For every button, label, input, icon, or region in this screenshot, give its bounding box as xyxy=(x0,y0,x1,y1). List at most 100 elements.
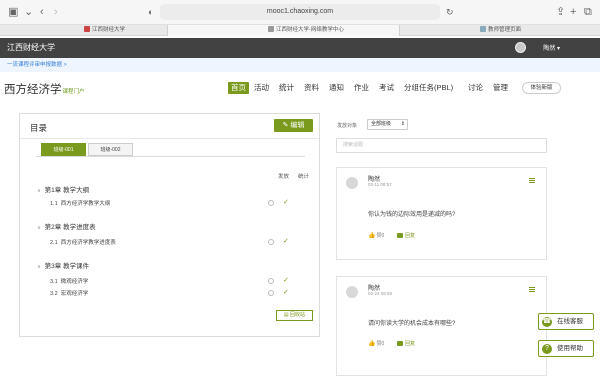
course-portal-link[interactable]: 课程门户 xyxy=(63,89,85,95)
toc-panel: 目录 ✎ 编辑 班级-001 班级-002 发放 统计 ∧ 第1章 教学大纲 1.… xyxy=(19,113,320,337)
avatar[interactable] xyxy=(346,177,358,189)
thumbs-up-icon: 👍 xyxy=(368,233,376,239)
search-input[interactable]: 搜索话题 xyxy=(336,138,547,153)
chapter-title: 第1章 教学大纲 xyxy=(44,187,90,194)
lesson-2-1[interactable]: 2.1 西方经济学教学进度表 xyxy=(50,238,116,246)
site-icon xyxy=(84,26,90,32)
sidebar-toggle-icon[interactable]: ▣ xyxy=(8,5,18,19)
new-tab-icon[interactable]: + xyxy=(570,5,576,19)
notice-bar[interactable]: 一流课程评审申报数据 > xyxy=(0,58,600,72)
comment-icon xyxy=(397,341,403,346)
nav-home[interactable]: 首页 xyxy=(228,82,249,94)
recycle-label: 回收站 xyxy=(290,312,306,318)
check-icon: ✓ xyxy=(283,199,289,206)
discussion-post[interactable]: 陶然 02-24 09:59 请问你读大学的机会成本有哪些? 👍赞0 回复 xyxy=(336,276,547,376)
lesson-1-1[interactable]: 1.1 西方经济学教学大纲 xyxy=(50,199,110,207)
select-value: 全部班级 xyxy=(371,121,392,127)
tab-class-002[interactable]: 班级-002 xyxy=(88,143,133,156)
post-date: 03-11 08:57 xyxy=(368,182,392,187)
nav-discussion[interactable]: 讨论 xyxy=(468,82,483,94)
usage-help-button[interactable]: ? 使用帮助 xyxy=(538,340,594,357)
chapter-1[interactable]: ∧ 第1章 教学大纲 xyxy=(37,184,89,194)
notice-link[interactable]: 一流课程评审申报数据 > xyxy=(7,62,67,68)
like-button[interactable]: 👍赞0 xyxy=(368,232,384,239)
chevron-down-icon[interactable]: ⌄ xyxy=(24,5,33,19)
reply-label: 回复 xyxy=(405,233,416,239)
avatar[interactable] xyxy=(515,42,526,53)
post-text[interactable]: 你认为钱的边际效用是递减的吗? xyxy=(368,209,455,218)
tab-bar: 江西财经大学 江西财经大学-网络教学中心 教师管理页面 xyxy=(0,25,600,36)
chevron-up-icon[interactable]: ∧ xyxy=(37,264,41,270)
nav-stats[interactable]: 统计 xyxy=(279,82,294,94)
tab-class-001[interactable]: 班级-001 xyxy=(41,143,86,156)
lesson-num: 1.1 xyxy=(50,201,58,207)
publish-radio[interactable] xyxy=(268,278,274,284)
trash-icon: ▤ xyxy=(283,312,289,318)
post-text[interactable]: 请问你读大学的机会成本有哪些? xyxy=(368,318,455,327)
col-publish-header: 发放 xyxy=(278,174,290,180)
lesson-num: 2.1 xyxy=(50,240,58,246)
chapter-2[interactable]: ∧ 第2章 教学进度表 xyxy=(37,221,96,231)
site-icon xyxy=(480,26,486,32)
nav-notices[interactable]: 通知 xyxy=(329,82,344,94)
school-name[interactable]: 江西财经大学 xyxy=(7,42,55,53)
browser-toolbar: ▣ ⌄ ‹ › ◐ mooc1.chaoxing.com ↻ ⇪ + ⧉ xyxy=(0,0,600,25)
reload-icon[interactable]: ↻ xyxy=(446,5,454,19)
chapter-title: 第2章 教学进度表 xyxy=(44,224,96,231)
lesson-num: 3.1 xyxy=(50,279,58,285)
like-button[interactable]: 👍赞0 xyxy=(368,340,384,347)
tab-label: 江西财经大学-网络教学中心 xyxy=(276,27,344,33)
online-service-button[interactable]: ☎ 在线客服 xyxy=(538,313,594,330)
publish-radio[interactable] xyxy=(268,290,274,296)
check-icon: ✓ xyxy=(283,238,289,245)
nav-group-tasks[interactable]: 分组任务(PBL) xyxy=(404,82,453,94)
course-name: 西方经济学 xyxy=(4,84,62,96)
publish-target-select[interactable]: 全部班级 ⇕ xyxy=(367,119,408,130)
site-header: 江西财经大学 陶然 ▾ xyxy=(0,38,600,58)
like-label: 赞0 xyxy=(376,341,385,347)
browser-tab[interactable]: 江西财经大学 xyxy=(0,25,168,36)
publish-radio[interactable] xyxy=(268,200,274,206)
lesson-3-1[interactable]: 3.1 微观经济学 xyxy=(50,277,88,285)
reply-button[interactable]: 回复 xyxy=(397,232,415,239)
shield-icon[interactable]: ◐ xyxy=(148,5,153,19)
pencil-icon: ✎ xyxy=(282,122,289,129)
reply-button[interactable]: 回复 xyxy=(397,340,415,347)
avatar[interactable] xyxy=(346,286,358,298)
col-stats-header: 统计 xyxy=(298,174,310,180)
publish-radio[interactable] xyxy=(268,239,274,245)
like-label: 赞0 xyxy=(376,233,385,239)
chevron-down-icon: ▾ xyxy=(556,46,560,52)
nav-exam[interactable]: 考试 xyxy=(379,82,394,94)
user-menu[interactable]: 陶然 ▾ xyxy=(543,43,560,52)
lesson-title: 微观经济学 xyxy=(60,279,89,285)
menu-icon[interactable] xyxy=(529,178,535,183)
edit-label: 编辑 xyxy=(290,122,305,129)
nav-resources[interactable]: 资料 xyxy=(304,82,319,94)
tab-overview-icon[interactable]: ⧉ xyxy=(584,5,592,19)
lesson-title: 西方经济学教学大纲 xyxy=(60,201,111,207)
menu-icon[interactable] xyxy=(529,287,535,292)
recycle-bin-button[interactable]: ▤ 回收站 xyxy=(276,310,313,321)
chapter-3[interactable]: ∧ 第3章 教学课件 xyxy=(37,260,89,270)
nav-manage[interactable]: 管理 xyxy=(493,82,508,94)
publish-target-label: 发放对象 xyxy=(337,123,358,129)
nav-homework[interactable]: 作业 xyxy=(354,82,369,94)
forward-icon[interactable]: › xyxy=(54,5,58,19)
user-name: 陶然 xyxy=(543,46,556,52)
site-icon xyxy=(268,26,274,32)
discussion-post[interactable]: 陶然 03-11 08:57 你认为钱的边际效用是递减的吗? 👍赞0 回复 xyxy=(336,167,547,260)
url-bar[interactable]: mooc1.chaoxing.com xyxy=(160,4,440,20)
share-icon[interactable]: ⇪ xyxy=(556,5,565,19)
browser-tab[interactable]: 教师管理页面 xyxy=(400,25,600,36)
edit-button[interactable]: ✎ 编辑 xyxy=(274,119,313,132)
experience-new-version-button[interactable]: 体验新版 xyxy=(522,82,561,94)
browser-tab-active[interactable]: 江西财经大学-网络教学中心 xyxy=(168,25,400,36)
back-icon[interactable]: ‹ xyxy=(40,5,44,19)
lesson-3-2[interactable]: 3.2 宏观经济学 xyxy=(50,289,88,297)
chevron-up-icon[interactable]: ∧ xyxy=(37,225,41,231)
question-icon: ? xyxy=(542,344,552,354)
chevron-up-icon[interactable]: ∧ xyxy=(37,188,41,194)
check-icon: ✓ xyxy=(283,277,289,284)
nav-activity[interactable]: 活动 xyxy=(254,82,269,94)
